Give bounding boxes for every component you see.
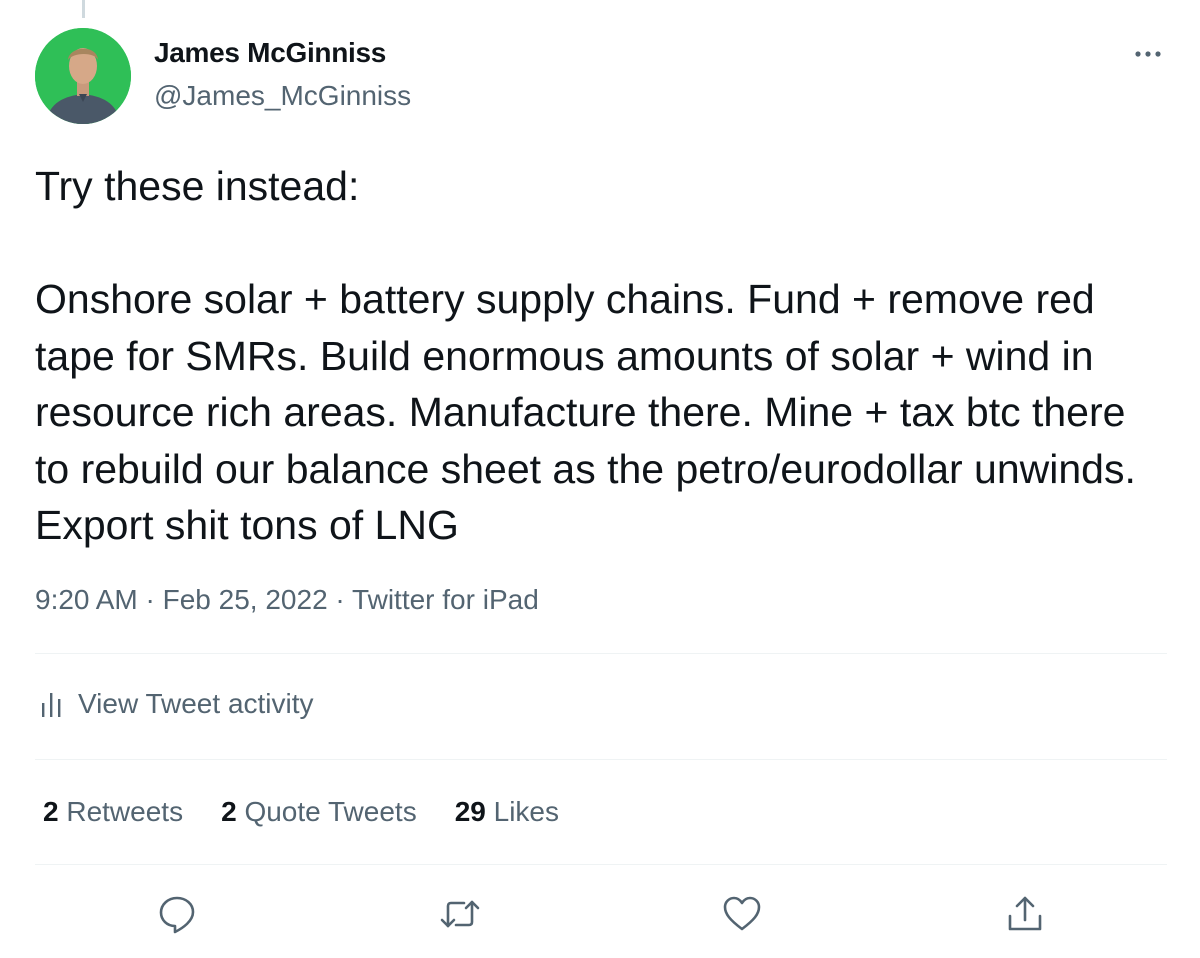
divider	[35, 759, 1167, 760]
avatar[interactable]	[35, 28, 131, 124]
retweets-label: Retweets	[66, 796, 184, 827]
retweet-button[interactable]	[438, 892, 482, 936]
quote-tweets-stat[interactable]: 2 Quote Tweets	[221, 796, 417, 828]
retweets-count: 2	[43, 796, 59, 827]
more-options-button[interactable]	[1128, 34, 1168, 74]
retweet-icon	[440, 900, 480, 928]
bar-chart-icon	[42, 693, 61, 717]
thread-connector-line	[82, 0, 85, 18]
author-name[interactable]: James McGinniss	[154, 37, 386, 69]
reply-button[interactable]	[155, 892, 199, 936]
divider	[35, 653, 1167, 654]
tweet-date[interactable]: Feb 25, 2022	[163, 584, 328, 615]
share-icon	[1008, 896, 1042, 931]
likes-stat[interactable]: 29 Likes	[455, 796, 559, 828]
quote-tweets-count: 2	[221, 796, 237, 827]
reply-icon	[159, 896, 195, 934]
likes-label: Likes	[493, 796, 560, 827]
share-button[interactable]	[1003, 892, 1047, 936]
avatar-image	[35, 28, 131, 124]
like-button[interactable]	[720, 892, 764, 936]
retweets-stat[interactable]: 2 Retweets	[43, 796, 183, 828]
more-horizontal-icon	[1135, 51, 1161, 57]
view-tweet-activity-link[interactable]: View Tweet activity	[40, 688, 314, 720]
divider	[35, 864, 1167, 865]
heart-icon	[723, 896, 761, 931]
meta-separator: ·	[327, 584, 353, 615]
engagement-stats: 2 Retweets 2 Quote Tweets 29 Likes	[43, 796, 597, 828]
tweet-time[interactable]: 9:20 AM	[35, 584, 138, 615]
author-handle[interactable]: @James_McGinniss	[154, 80, 411, 112]
likes-count: 29	[454, 796, 486, 827]
quote-tweets-label: Quote Tweets	[244, 796, 417, 827]
tweet-source[interactable]: Twitter for iPad	[352, 584, 539, 615]
view-tweet-activity-label: View Tweet activity	[78, 688, 314, 719]
meta-separator: ·	[137, 584, 163, 615]
tweet-metadata: 9:20 AM · Feb 25, 2022 · Twitter for iPa…	[35, 584, 539, 616]
tweet-text: Try these instead: Onshore solar + batte…	[35, 163, 1136, 548]
